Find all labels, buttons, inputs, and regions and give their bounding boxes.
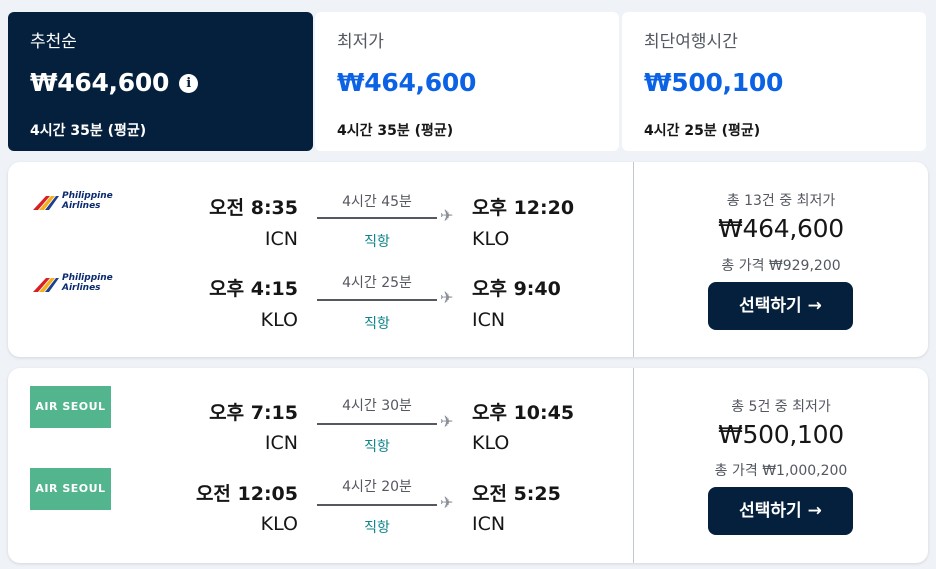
- plane-icon: ✈: [440, 206, 454, 225]
- airline-stripe-icon: [33, 278, 59, 292]
- deal-count-label: 총 5건 중 최저가: [731, 399, 831, 415]
- flight-duration: 4시간 20분: [342, 479, 412, 495]
- route-line: [317, 217, 437, 219]
- stops-label: 직항: [364, 520, 390, 536]
- airline-name: Philippine Airlines: [62, 191, 113, 211]
- flight-duration: 4시간 25분: [342, 275, 412, 291]
- flight-leg-outbound: AIR SEOUL 오후 7:15 ICN 4시간 30분 ✈ 직항 오후 10…: [8, 368, 633, 455]
- arrival-airport: ICN: [472, 513, 506, 535]
- departure-time: 오후 4:15: [209, 278, 298, 300]
- departure-time: 오전 12:05: [195, 483, 298, 505]
- select-button[interactable]: 선택하기 →: [708, 282, 853, 330]
- tab-duration: 4시간 25분 (평균): [644, 123, 761, 139]
- flight-duration: 4시간 30분: [342, 398, 412, 414]
- select-button[interactable]: 선택하기 →: [708, 487, 853, 535]
- departure-time: 오후 7:15: [209, 402, 298, 424]
- price: ₩500,100: [718, 420, 844, 449]
- airline-name: Philippine Airlines: [62, 273, 113, 293]
- arrival-time: 오후 10:45: [472, 402, 575, 424]
- flight-leg-return: AIR SEOUL 오전 12:05 KLO 4시간 20분 ✈ 직항 오전 5…: [8, 450, 633, 536]
- total-price: 총 가격 ₩929,200: [721, 258, 841, 274]
- tab-duration: 4시간 35분 (평균): [30, 123, 147, 139]
- total-price: 총 가격 ₩1,000,200: [714, 463, 848, 479]
- tab-label: 추천순: [30, 32, 77, 52]
- info-icon[interactable]: i: [179, 74, 199, 93]
- tab-label: 최저가: [337, 32, 384, 52]
- tab-fastest[interactable]: 최단여행시간 ₩500,100 4시간 25분 (평균): [622, 12, 926, 151]
- air-seoul-logo: AIR SEOUL: [30, 386, 111, 428]
- airline-stripe-icon: [33, 196, 59, 210]
- departure-time: 오전 8:35: [209, 197, 298, 219]
- tab-price: ₩464,600: [337, 68, 477, 97]
- air-seoul-logo: AIR SEOUL: [30, 468, 111, 510]
- price-panel: 총 5건 중 최저가 ₩500,100 총 가격 ₩1,000,200 선택하기…: [634, 368, 928, 563]
- tab-cheapest[interactable]: 최저가 ₩464,600 4시간 35분 (평균): [315, 12, 619, 151]
- arrival-time: 오전 5:25: [472, 483, 561, 505]
- tab-recommended[interactable]: 추천순 ₩464,600 i 4시간 35분 (평균): [8, 12, 313, 151]
- arrival-airport: ICN: [472, 309, 506, 331]
- tab-price: ₩464,600 i: [30, 68, 199, 97]
- arrival-time: 오후 12:20: [472, 197, 575, 219]
- flight-leg-return: Philippine Airlines 오후 4:15 KLO 4시간 25분 ✈…: [8, 244, 633, 332]
- result-card[interactable]: Philippine Airlines 오전 8:35 ICN 4시간 45분 ✈…: [8, 162, 928, 357]
- plane-icon: ✈: [440, 412, 454, 431]
- plane-icon: ✈: [440, 288, 454, 307]
- route-line: [317, 299, 437, 301]
- deal-count-label: 총 13건 중 최저가: [726, 193, 836, 209]
- flight-duration: 4시간 45분: [342, 194, 412, 210]
- tab-price: ₩500,100: [644, 68, 784, 97]
- departure-airport: KLO: [260, 309, 298, 331]
- philippine-airlines-logo: Philippine Airlines: [30, 190, 120, 214]
- plane-icon: ✈: [440, 493, 454, 512]
- departure-airport: KLO: [260, 513, 298, 535]
- stops-label: 직항: [364, 316, 390, 332]
- price-panel: 총 13건 중 최저가 ₩464,600 총 가격 ₩929,200 선택하기 …: [634, 162, 928, 357]
- tab-duration: 4시간 35분 (평균): [337, 123, 454, 139]
- flight-leg-outbound: Philippine Airlines 오전 8:35 ICN 4시간 45분 ✈…: [8, 162, 633, 250]
- sort-tabs: 추천순 ₩464,600 i 4시간 35분 (평균) 최저가 ₩464,600 …: [8, 12, 926, 151]
- tab-label: 최단여행시간: [644, 32, 738, 52]
- philippine-airlines-logo: Philippine Airlines: [30, 272, 120, 296]
- price: ₩464,600: [718, 214, 844, 243]
- route-line: [317, 504, 437, 506]
- arrival-time: 오후 9:40: [472, 278, 561, 300]
- result-card[interactable]: AIR SEOUL 오후 7:15 ICN 4시간 30분 ✈ 직항 오후 10…: [8, 368, 928, 563]
- route-line: [317, 423, 437, 425]
